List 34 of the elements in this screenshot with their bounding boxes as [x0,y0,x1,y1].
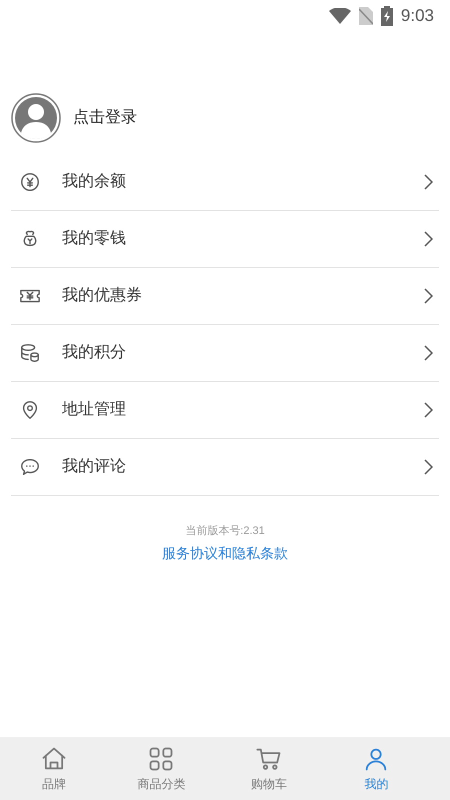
menu-label: 地址管理 [62,400,127,420]
chevron-right-icon [423,231,433,247]
menu-item[interactable]: 我的余额 [11,154,439,211]
menu-item[interactable]: 我的零钱 [11,211,439,268]
chevron-right-icon [423,459,433,475]
version-text: 当前版本号:2.31 [185,524,265,539]
wifi-icon [328,8,351,24]
coin-stack-icon [19,342,41,364]
menu-item[interactable]: 我的优惠券 [11,268,439,325]
chevron-right-icon [423,288,433,304]
menu-label: 我的余额 [62,172,127,192]
menu-item[interactable]: 我的积分 [11,325,439,382]
avatar-icon[interactable] [11,93,61,143]
login-link[interactable]: 点击登录 [73,106,137,130]
chevron-right-icon [423,402,433,418]
tab-item[interactable]: 购物车 [215,737,322,800]
privacy-link[interactable]: 服务协议和隐私条款 [162,542,288,564]
menu-label: 我的优惠券 [62,286,143,306]
battery-charging-icon [380,6,393,26]
chevron-right-icon [423,345,433,361]
tab-item[interactable]: 品牌 [0,737,108,800]
menu-label: 我的零钱 [62,228,127,249]
status-time: 9:03 [400,5,434,28]
yen-coin-icon [19,171,41,193]
menu-label: 我的评论 [62,456,127,477]
menu-item[interactable]: 地址管理 [11,382,439,439]
chat-bubble-icon [19,456,41,478]
menu-item[interactable]: 我的评论 [11,439,439,496]
tab-item[interactable]: 商品分类 [108,737,215,800]
menu-label: 我的积分 [62,342,127,363]
tab-item[interactable]: 我的 [322,737,430,800]
chevron-right-icon [423,174,433,190]
grid-icon [147,744,176,772]
no-sim-icon [358,7,373,25]
